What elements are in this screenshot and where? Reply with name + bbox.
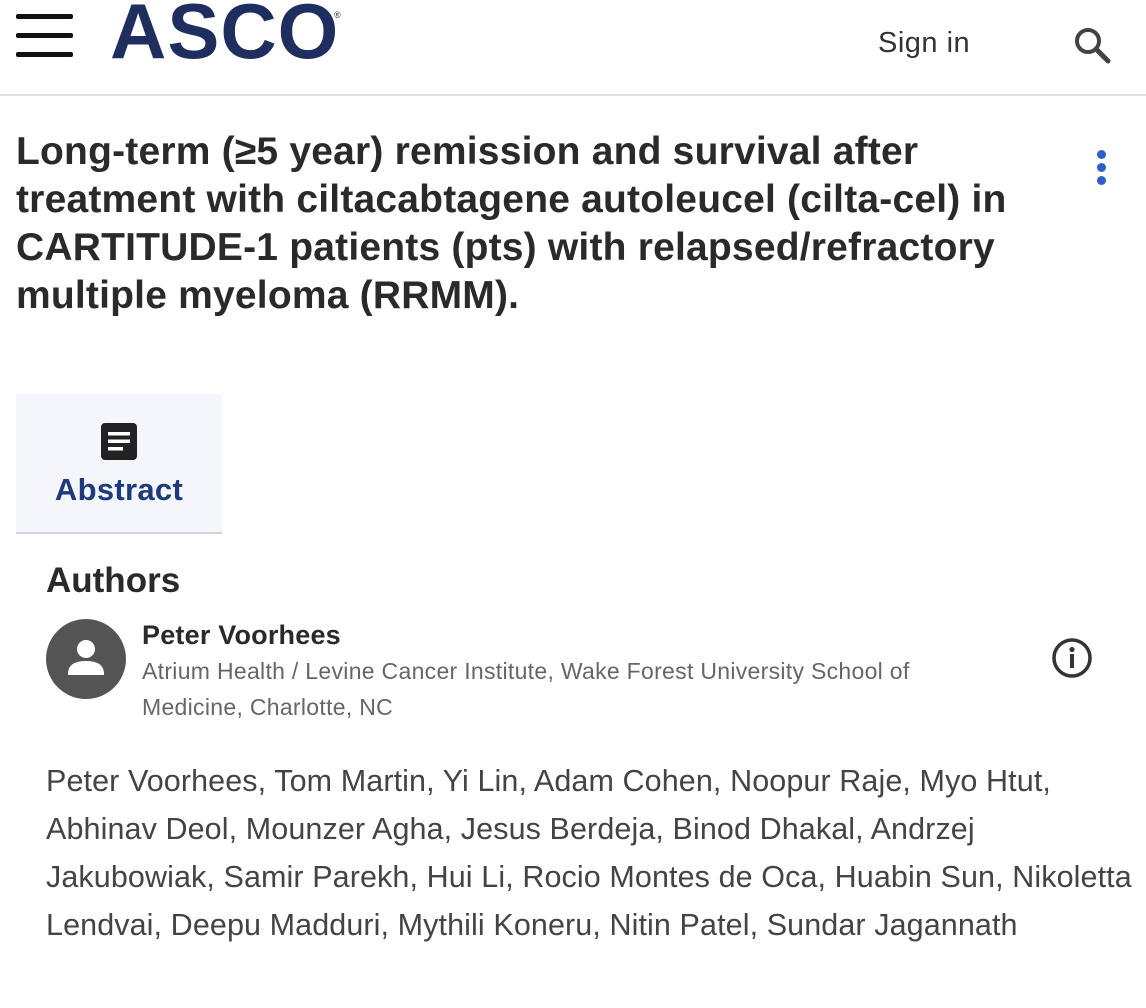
article-title: Long-term (≥5 year) remission and surviv…: [16, 130, 1007, 317]
site-header: ASCO ® Sign in: [0, 0, 1146, 96]
tab-abstract[interactable]: Abstract: [16, 394, 222, 534]
author-name[interactable]: Peter Voorhees: [142, 618, 341, 652]
kebab-menu-icon[interactable]: [1092, 150, 1112, 190]
hamburger-menu-icon[interactable]: [16, 14, 73, 60]
registered-mark: ®: [334, 10, 341, 20]
author-list: Peter Voorhees, Tom Martin, Yi Lin, Adam…: [46, 764, 1132, 942]
info-icon[interactable]: [1051, 637, 1093, 679]
authors-heading: Authors: [46, 561, 181, 600]
person-icon: [46, 619, 126, 699]
author-affiliation: Atrium Health / Levine Cancer Institute,…: [142, 658, 910, 720]
asco-logo[interactable]: ASCO: [110, 0, 339, 70]
tab-abstract-label: Abstract: [54, 472, 184, 507]
document-icon: [101, 423, 137, 460]
sign-in-link[interactable]: Sign in: [878, 26, 970, 61]
search-icon[interactable]: [1073, 26, 1113, 66]
